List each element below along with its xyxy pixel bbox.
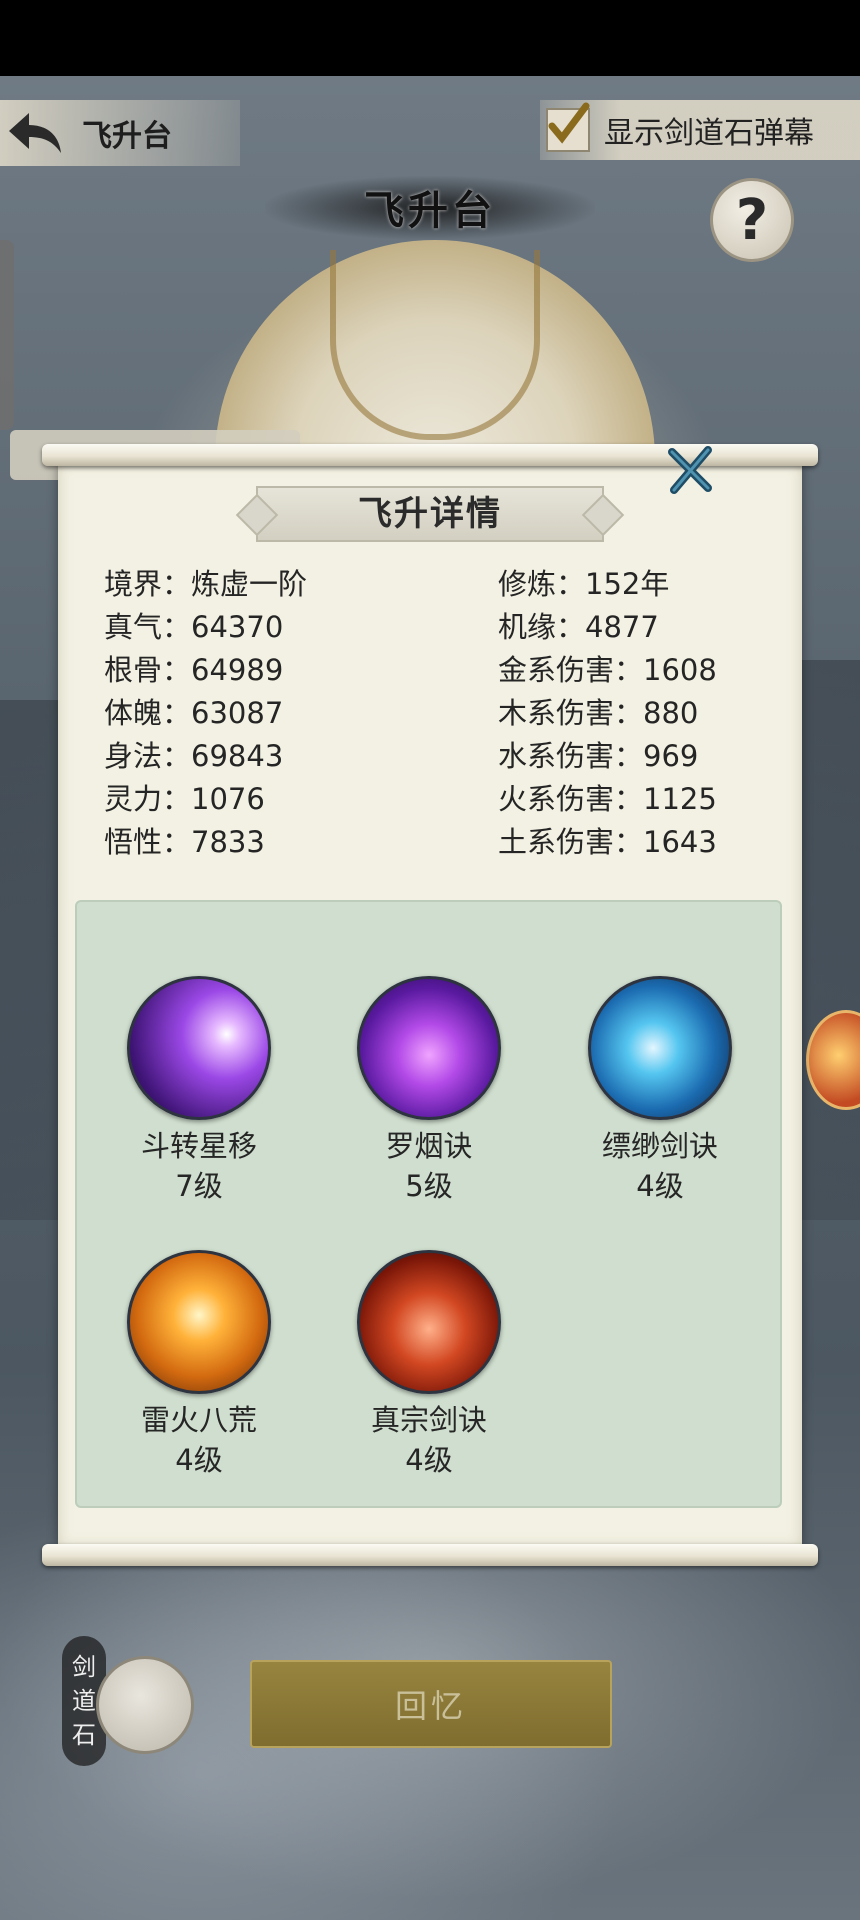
skill-item[interactable]: 罗烟诀 5级	[329, 976, 529, 1206]
danmaku-checkbox[interactable]	[546, 102, 590, 152]
stat-wuxing: 悟性：7833	[104, 825, 265, 859]
skill-item[interactable]: 雷火八荒 4级	[99, 1250, 299, 1480]
danmaku-toggle-label: 显示剑道石弹幕	[604, 116, 814, 151]
stat-earth-damage: 土系伤害：1643	[498, 825, 717, 859]
platform-ornament	[330, 250, 540, 440]
skill-name: 斗转星移	[140, 1129, 257, 1163]
stat-water-damage: 水系伤害：969	[498, 739, 699, 773]
piao-miao-sword-skill-icon	[588, 976, 732, 1120]
sword-stone-char: 石	[72, 1721, 96, 1749]
skill-level: 5级	[405, 1169, 453, 1203]
back-button[interactable]: 飞升台	[0, 100, 240, 166]
back-arrow-icon	[0, 103, 70, 163]
skill-level: 4级	[175, 1443, 223, 1477]
stat-fire-damage: 火系伤害：1125	[498, 782, 717, 816]
checkmark-icon	[548, 102, 590, 144]
character-avatar-button[interactable]	[96, 1656, 194, 1754]
detail-title: 飞升详情	[358, 494, 502, 534]
stat-realm: 境界：炼虚一阶	[104, 567, 308, 601]
recall-button[interactable]: 回忆	[250, 1660, 612, 1748]
zhen-zong-sword-skill-icon	[357, 1250, 501, 1394]
page-title: 飞升台	[364, 187, 496, 234]
skill-item[interactable]: 真宗剑诀 4级	[329, 1250, 529, 1480]
stat-zhenqi: 真气：64370	[104, 610, 284, 644]
question-icon: ?	[735, 187, 769, 253]
side-drawer-tab[interactable]	[0, 240, 14, 430]
skill-level: 4级	[405, 1443, 453, 1477]
stat-jiyuan: 机缘：4877	[498, 610, 659, 644]
status-bar	[0, 0, 860, 76]
skill-name: 缥缈剑诀	[601, 1129, 718, 1163]
skill-item[interactable]: 斗转星移 7级	[99, 976, 299, 1206]
stat-lingli: 灵力：1076	[104, 782, 265, 816]
star-shift-skill-icon	[127, 976, 271, 1120]
close-button[interactable]	[664, 444, 716, 496]
help-button[interactable]: ?	[710, 178, 794, 262]
skill-name: 真宗剑诀	[370, 1403, 487, 1437]
stat-shenfa: 身法：69843	[104, 739, 284, 773]
thunder-fire-skill-icon	[127, 1250, 271, 1394]
sword-stone-char: 道	[72, 1687, 96, 1715]
stat-metal-damage: 金系伤害：1608	[498, 653, 717, 687]
stat-wood-damage: 木系伤害：880	[498, 696, 699, 730]
skill-name: 罗烟诀	[385, 1129, 473, 1163]
sword-stone-char: 剑	[72, 1653, 96, 1681]
skill-level: 4级	[636, 1169, 684, 1203]
skill-name: 雷火八荒	[140, 1403, 257, 1437]
skill-item[interactable]: 缥缈剑诀 4级	[560, 976, 760, 1206]
recall-label: 回忆	[394, 1687, 467, 1725]
scroll-rod-bottom	[42, 1544, 818, 1566]
stat-cultivation-years: 修炼：152年	[498, 567, 670, 601]
skill-level: 7级	[175, 1169, 223, 1203]
luo-yan-skill-icon	[357, 976, 501, 1120]
stat-tipo: 体魄：63087	[104, 696, 284, 730]
stat-gengu: 根骨：64989	[104, 653, 284, 687]
back-label: 飞升台	[82, 119, 172, 154]
danmaku-toggle[interactable]: 显示剑道石弹幕	[540, 100, 860, 160]
close-icon	[668, 446, 712, 494]
